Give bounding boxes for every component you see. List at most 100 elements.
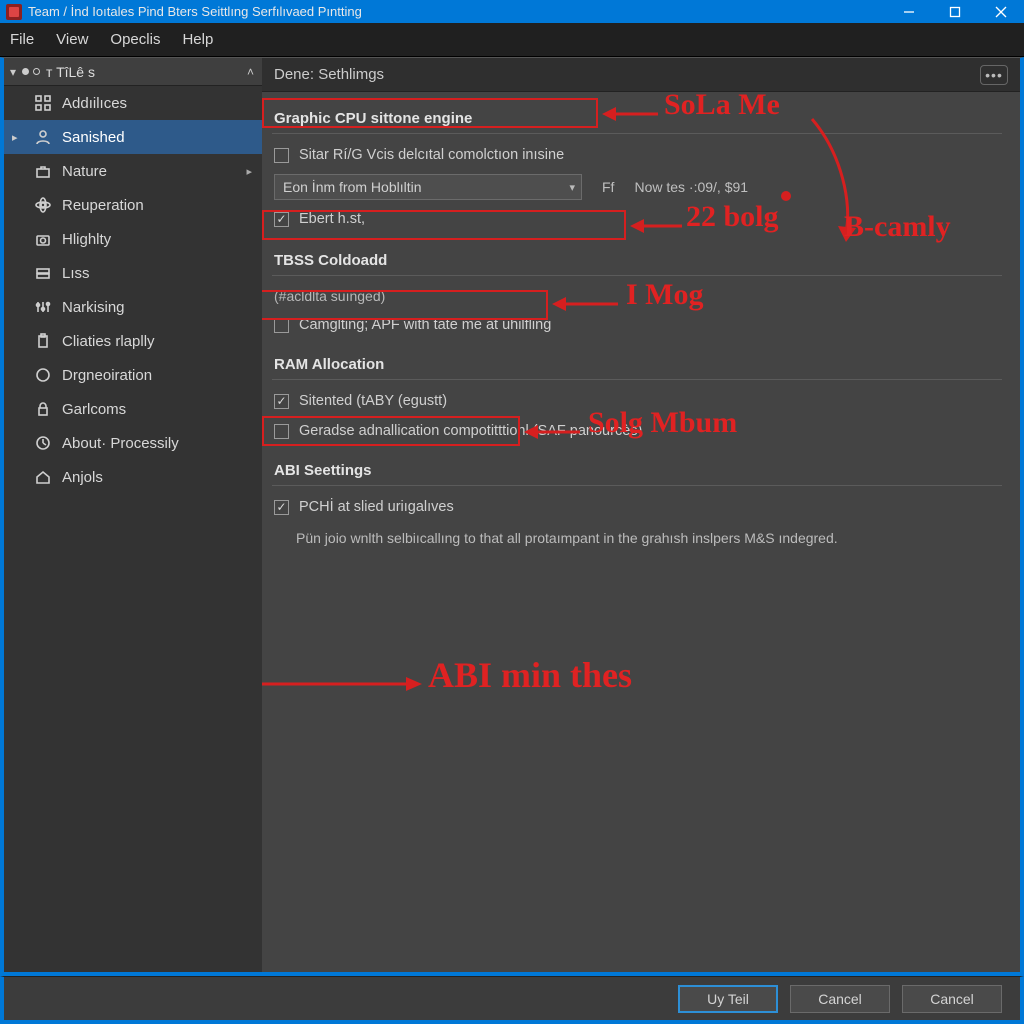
- sidebar-item-label: Garlcoms: [62, 401, 126, 418]
- sidebar-item-label: Narkising: [62, 299, 125, 316]
- menu-view[interactable]: View: [56, 31, 88, 48]
- more-menu-button[interactable]: •••: [980, 65, 1008, 85]
- sidebar-item-label: Cliaties rlaplly: [62, 333, 155, 350]
- checkbox-ebert[interactable]: [274, 212, 289, 227]
- sidebar-item-nature[interactable]: Nature ▸: [4, 154, 262, 188]
- sidebar-item-garlcoms[interactable]: Garlcoms: [4, 392, 262, 426]
- drive-icon: [34, 264, 52, 282]
- window-close-button[interactable]: [978, 0, 1024, 23]
- setting-label: Sitented (tABY (egustt): [299, 393, 447, 409]
- setting-label: Sitar Rí/G Vcis delcıtal comolctıon inıs…: [299, 147, 564, 163]
- user-icon: [34, 128, 52, 146]
- settings-content: Graphic CPU sittone engine Sitar Rí/G Vc…: [262, 92, 1020, 972]
- sidebar-item-label: Hlighlty: [62, 231, 111, 248]
- sidebar-item-addilices[interactable]: Addıilıces: [4, 86, 262, 120]
- sliders-icon: [34, 298, 52, 316]
- cancel-button-2[interactable]: Cancel: [902, 985, 1002, 1013]
- sidebar-item-label: Lıss: [62, 265, 90, 282]
- sidebar-item-sanished[interactable]: ▸ Sanished: [4, 120, 262, 154]
- setting-row-sitented[interactable]: Sitented (tABY (egustt): [272, 386, 1002, 416]
- setting-row-pchi[interactable]: PCHİ at slied uriıgalıves: [272, 492, 1002, 522]
- setting-row-gerade[interactable]: Geradse adnallication compotitttionl (SA…: [272, 416, 1002, 446]
- section-divider: [272, 485, 1002, 486]
- setting-label: Camglting; APF with tate me at uhilfling: [299, 317, 551, 333]
- sidebar-item-label: Drgneoiration: [62, 367, 152, 384]
- sidebar-tree-header[interactable]: ▾ ᴛ TîLê s ˄: [4, 58, 262, 86]
- dropdown-aux-prefix: Ff: [602, 179, 614, 195]
- chevron-right-icon: ▸: [12, 131, 18, 144]
- abi-help-text: Pün joio wnlth selbiıcallıng to that all…: [272, 522, 1002, 555]
- briefcase-icon: [34, 162, 52, 180]
- sidebar: ▾ ᴛ TîLê s ˄ Addıilıces ▸ Sanished Natur…: [4, 58, 262, 972]
- chevron-up-icon[interactable]: ˄: [247, 65, 254, 79]
- sidebar-header-label: ᴛ TîLê s: [46, 64, 95, 80]
- sidebar-item-reuperation[interactable]: Reuperation: [4, 188, 262, 222]
- engine-dropdown[interactable]: Eon İnm from Hoblıltin ▾: [274, 174, 582, 200]
- window-maximize-button[interactable]: [932, 0, 978, 23]
- sidebar-navlist: Addıilıces ▸ Sanished Nature ▸ Reuperati…: [4, 86, 262, 494]
- checkbox-sitented[interactable]: [274, 394, 289, 409]
- sidebar-item-cliaties[interactable]: Cliaties rlaplly: [4, 324, 262, 358]
- dropdown-aux-text: Now tes ·:09/, $91: [634, 179, 748, 195]
- camera-icon: [34, 230, 52, 248]
- clock-icon: [34, 434, 52, 452]
- menu-opeclis[interactable]: Opeclis: [110, 31, 160, 48]
- ok-button[interactable]: Uy Teil: [678, 985, 778, 1013]
- setting-row-sitar[interactable]: Sitar Rí/G Vcis delcıtal comolctıon inıs…: [272, 140, 1002, 170]
- section-divider: [272, 133, 1002, 134]
- chevron-down-icon: ▾: [10, 65, 16, 79]
- checkbox-gerade[interactable]: [274, 424, 289, 439]
- ring-icon: [33, 68, 40, 75]
- grid-icon: [34, 94, 52, 112]
- button-label: Cancel: [930, 991, 974, 1007]
- sidebar-item-label: About· Processily: [62, 435, 179, 452]
- menu-file[interactable]: File: [10, 31, 34, 48]
- setting-row-dropdown: Eon İnm from Hoblıltin ▾ Ff Now tes ·:09…: [272, 170, 1002, 204]
- setting-label: Geradse adnallication compotitttionl (SA…: [299, 423, 642, 439]
- annotation-arrow-abi: [262, 672, 426, 696]
- circle-icon: [34, 366, 52, 384]
- window-titlebar: Team / İnd Ioıtales Pind Bters Seittlıng…: [0, 0, 1024, 23]
- sidebar-item-label: Reuperation: [62, 197, 144, 214]
- main-header: Dene: Sethlimgs •••: [262, 58, 1020, 92]
- dialog-footer: Uy Teil Cancel Cancel: [0, 976, 1024, 1024]
- section-title-abi: ABI Seettings: [272, 454, 1002, 485]
- sidebar-item-label: Addıilıces: [62, 95, 127, 112]
- checkbox-sitar[interactable]: [274, 148, 289, 163]
- window-minimize-button[interactable]: [886, 0, 932, 23]
- checkbox-camglting[interactable]: [274, 318, 289, 333]
- sidebar-item-label: Anjols: [62, 469, 103, 486]
- setting-row-ebert[interactable]: Ebert h.st,: [272, 204, 1002, 234]
- sidebar-item-about-processily[interactable]: About· Processily: [4, 426, 262, 460]
- setting-row-camglting[interactable]: Camglting; APF with tate me at uhilfling: [272, 310, 1002, 340]
- sidebar-item-label: Sanished: [62, 129, 125, 146]
- setting-label: PCHİ at slied uriıgalıves: [299, 499, 454, 515]
- dropdown-value: Eon İnm from Hoblıltin: [283, 179, 422, 195]
- section-title-tbss: TBSS Coldoadd: [272, 244, 1002, 275]
- tbss-subnote: (#acldlta suınged): [272, 282, 1002, 310]
- home-icon: [34, 468, 52, 486]
- annotation-text-abi: ABI min thes: [428, 654, 632, 696]
- sidebar-item-liss[interactable]: Lıss: [4, 256, 262, 290]
- atom-icon: [34, 196, 52, 214]
- section-title-ram: RAM Allocation: [272, 348, 1002, 379]
- setting-label: Ebert h.st,: [299, 211, 365, 227]
- bullet-icon: [22, 68, 29, 75]
- section-divider: [272, 379, 1002, 380]
- section-divider: [272, 275, 1002, 276]
- submenu-arrow-icon: ▸: [246, 165, 252, 178]
- button-label: Cancel: [818, 991, 862, 1007]
- checkbox-pchi[interactable]: [274, 500, 289, 515]
- lock-icon: [34, 400, 52, 418]
- clipboard-icon: [34, 332, 52, 350]
- sidebar-item-anjols[interactable]: Anjols: [4, 460, 262, 494]
- main-panel: Dene: Sethlimgs ••• Graphic CPU sittone …: [262, 58, 1020, 972]
- menu-help[interactable]: Help: [182, 31, 213, 48]
- sidebar-item-hlighlty[interactable]: Hlighlty: [4, 222, 262, 256]
- window-title: Team / İnd Ioıtales Pind Bters Seittlıng…: [28, 4, 886, 19]
- cancel-button-1[interactable]: Cancel: [790, 985, 890, 1013]
- sidebar-item-narkising[interactable]: Narkising: [4, 290, 262, 324]
- menubar: File View Opeclis Help: [0, 23, 1024, 57]
- sidebar-item-drgneoiration[interactable]: Drgneoiration: [4, 358, 262, 392]
- app-icon: [6, 4, 22, 20]
